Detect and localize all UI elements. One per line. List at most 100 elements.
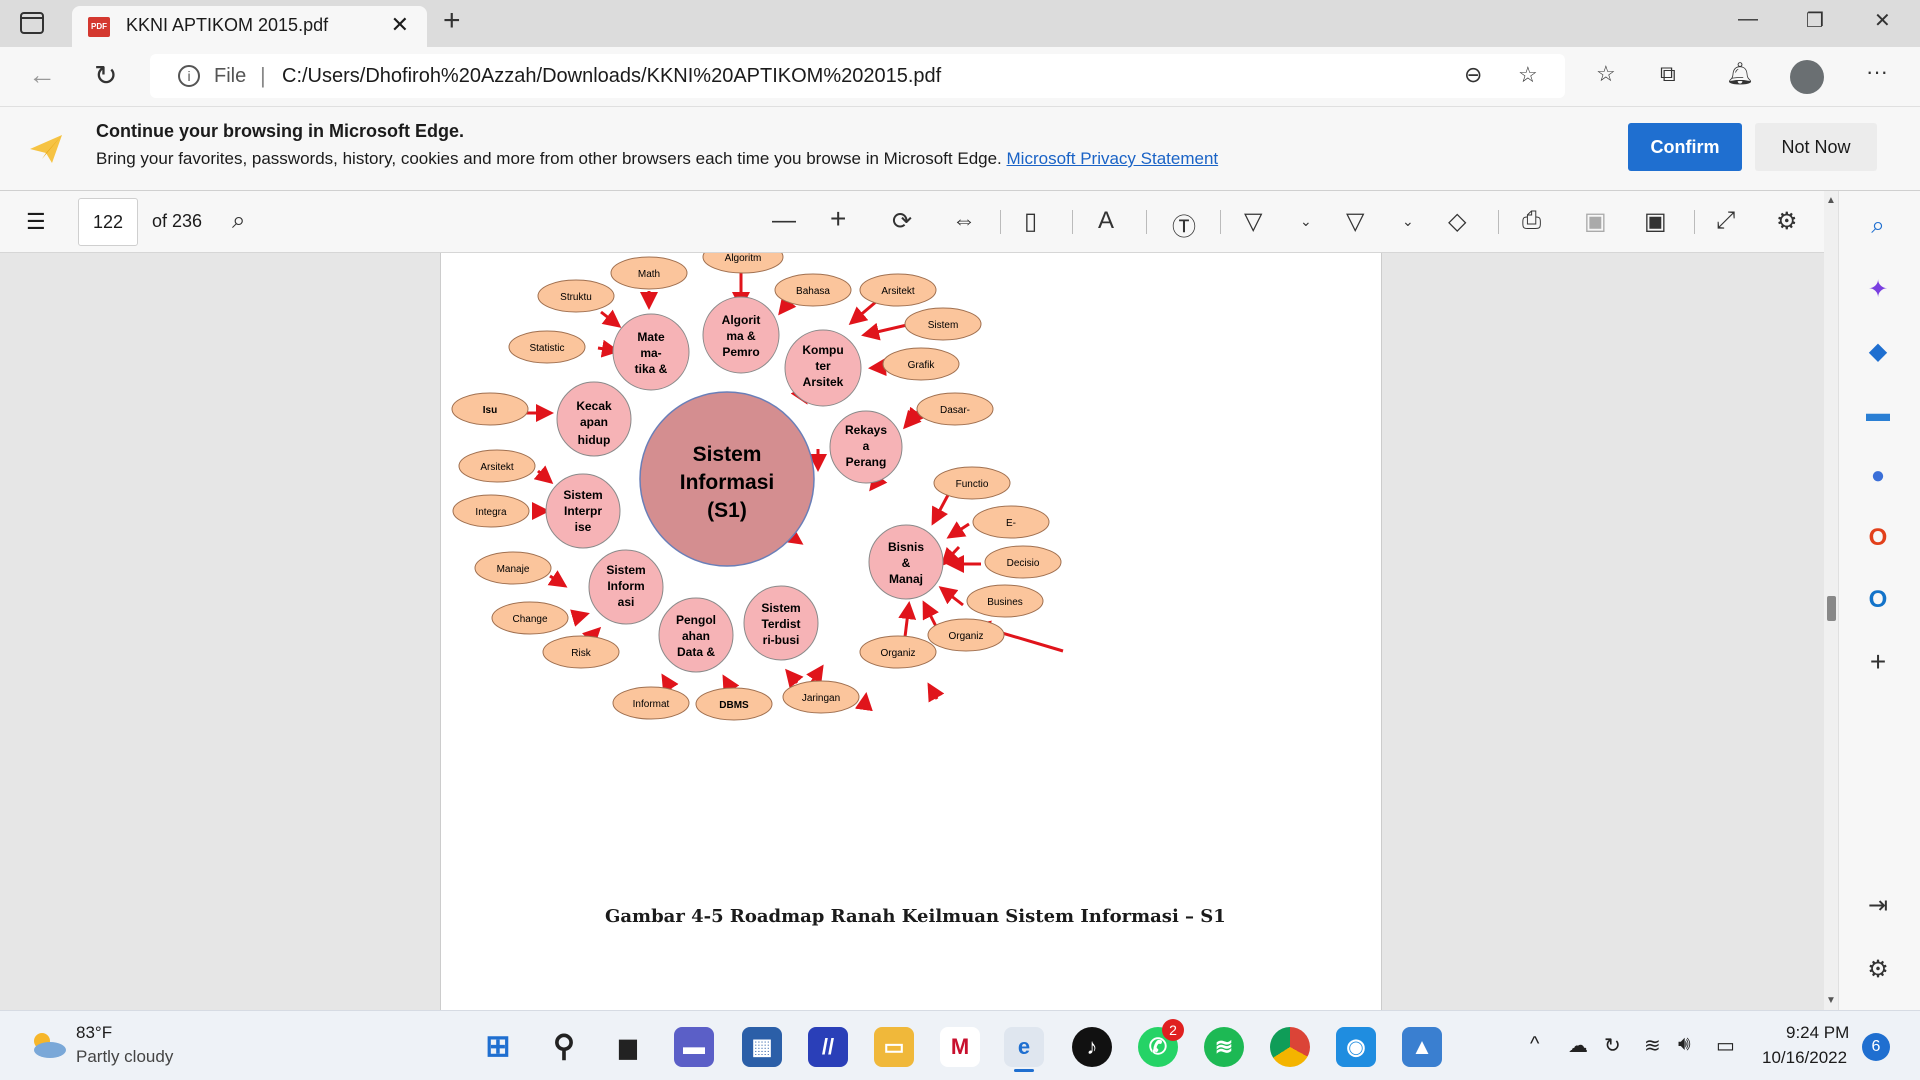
pdf-toolbar: ☰ 122 of 236 ⌕ — + ⟳ ⇔ ▯ A Ⓣ ▽ ⌄ ▽ ⌄ ◇ ⎙… <box>0 191 1824 253</box>
scrollbar-thumb[interactable] <box>1827 596 1836 621</box>
pdf-file-icon: PDF <box>88 17 110 37</box>
fit-width-icon[interactable]: ⇔ <box>952 207 976 235</box>
profile-avatar[interactable] <box>1790 60 1824 94</box>
leaf-label: Busines <box>987 597 1023 608</box>
volume-icon[interactable]: 🔊︎ <box>1678 1033 1691 1056</box>
print-icon[interactable]: ⎙ <box>1522 207 1541 235</box>
tab-strip: PDF KKNI APTIKOM 2015.pdf ✕ + — ❐ ✕ <box>0 0 1920 47</box>
zoom-in-icon[interactable]: + <box>830 203 846 235</box>
topic-line: asi <box>618 595 635 609</box>
leaf-label: DBMS <box>719 700 749 711</box>
favorites-icon[interactable]: ☆ <box>1596 61 1616 87</box>
prompt-heading: Continue your browsing in Microsoft Edge… <box>96 121 464 141</box>
back-arrow-icon[interactable]: ← <box>28 59 56 91</box>
leaf-e: E- <box>972 505 1050 539</box>
sync-icon[interactable]: ↻ <box>1604 1033 1621 1058</box>
active-tab[interactable]: PDF KKNI APTIKOM 2015.pdf ✕ <box>72 6 427 47</box>
save-as-icon[interactable]: ▣ <box>1644 207 1667 236</box>
draw-icon[interactable]: ▽ <box>1244 207 1262 236</box>
zoom-out-icon[interactable]: — <box>772 207 796 235</box>
refresh-icon[interactable]: ↻ <box>94 59 117 92</box>
page-view-icon[interactable]: ▯ <box>1024 207 1037 236</box>
close-window-button[interactable]: ✕ <box>1874 8 1891 33</box>
file-explorer-icon[interactable]: ▭ <box>874 1027 914 1067</box>
center-label-line3: (S1) <box>707 499 747 522</box>
pdf-scrollbar[interactable]: ▲ ▼ <box>1824 191 1838 1010</box>
app-icon[interactable]: ◉ <box>1336 1027 1376 1067</box>
scroll-up-arrow-icon[interactable]: ▲ <box>1826 195 1836 206</box>
battery-icon[interactable]: ▭ <box>1716 1033 1735 1058</box>
outlook-icon[interactable]: O <box>1863 585 1893 615</box>
search-icon[interactable]: ⚲ <box>544 1027 584 1067</box>
url-text[interactable]: C:/Users/Dhofiroh%20Azzah/Downloads/KKNI… <box>282 65 941 88</box>
notification-count-badge[interactable]: 6 <box>1862 1033 1890 1061</box>
privacy-statement-link[interactable]: Microsoft Privacy Statement <box>1007 149 1219 168</box>
center-node: Sistem Informasi (S1) <box>639 391 815 567</box>
pdf-viewport[interactable]: Sistem Informasi (S1) Mate ma- tika & Al… <box>0 253 1824 1010</box>
info-icon[interactable]: i <box>178 65 200 87</box>
topic-line: ma & <box>726 329 756 343</box>
shopping-tag-icon[interactable]: ◆ <box>1863 337 1893 367</box>
highlight-icon[interactable]: ▽ <box>1346 207 1364 236</box>
topic-line: Sistem <box>761 601 800 615</box>
office-icon[interactable]: O <box>1863 523 1893 553</box>
clock-time: 9:24 PM <box>1786 1023 1850 1042</box>
tiktok-icon[interactable]: ♪ <box>1072 1027 1112 1067</box>
add-sidebar-app-icon[interactable]: + <box>1863 647 1893 677</box>
restore-button[interactable]: ❐ <box>1806 8 1824 33</box>
photos-icon[interactable]: ▲ <box>1402 1027 1442 1067</box>
search-icon[interactable]: ⌕ <box>1863 211 1893 241</box>
minimize-button[interactable]: — <box>1738 8 1758 31</box>
close-tab-icon[interactable]: ✕ <box>391 12 409 38</box>
spotify-icon[interactable]: ≋ <box>1204 1027 1244 1067</box>
start-windows-icon[interactable]: ⊞ <box>478 1027 518 1067</box>
editor-app-icon[interactable]: // <box>808 1027 848 1067</box>
wifi-icon[interactable]: ≋ <box>1644 1033 1661 1058</box>
leaf-sistem: Sistem <box>904 307 982 341</box>
games-icon[interactable]: ● <box>1863 461 1893 491</box>
add-text-icon[interactable]: Ⓣ <box>1172 207 1196 242</box>
tools-icon[interactable]: ▬ <box>1863 399 1893 429</box>
topic-line: Kompu <box>802 343 843 357</box>
task-view-icon[interactable]: ▆ <box>608 1027 648 1067</box>
topic-line: ma- <box>640 346 661 360</box>
leaf-informat: Informat <box>612 686 690 720</box>
notifications-bell-icon[interactable]: 🔔︎ <box>1726 61 1754 87</box>
confirm-button[interactable]: Confirm <box>1628 123 1742 171</box>
chrome-icon[interactable] <box>1270 1027 1310 1067</box>
draw-options-chevron-icon[interactable]: ⌄ <box>1300 213 1312 230</box>
teams-chat-icon[interactable]: ▬ <box>674 1027 714 1067</box>
edge-browser-icon[interactable]: e <box>1004 1027 1044 1067</box>
leaf-dasar: Dasar- <box>916 392 994 426</box>
highlight-options-chevron-icon[interactable]: ⌄ <box>1402 213 1414 230</box>
collections-icon[interactable]: ⧉ <box>1660 61 1676 87</box>
address-bar[interactable]: i File | C:/Users/Dhofiroh%20Azzah/Downl… <box>150 54 1565 98</box>
onedrive-cloud-icon[interactable]: ☁ <box>1568 1033 1588 1058</box>
arrow <box>547 570 568 588</box>
read-aloud-icon[interactable]: A <box>1098 207 1114 235</box>
add-favorite-icon[interactable]: ☆ <box>1518 62 1538 88</box>
store-icon[interactable]: ▦ <box>742 1027 782 1067</box>
show-hidden-icons-chevron-icon[interactable]: ^ <box>1530 1033 1539 1056</box>
tab-actions-icon[interactable] <box>20 12 44 34</box>
save-icon[interactable]: ▣ <box>1584 207 1607 236</box>
table-of-contents-icon[interactable]: ☰ <box>26 209 46 235</box>
scroll-down-arrow-icon[interactable]: ▼ <box>1826 995 1836 1006</box>
fullscreen-icon[interactable]: ⤢ <box>1716 207 1735 235</box>
hide-sidebar-icon[interactable]: ⇥ <box>1863 891 1893 921</box>
zoom-out-icon[interactable]: ⊖ <box>1464 62 1482 88</box>
search-icon[interactable]: ⌕ <box>232 207 245 235</box>
leaf-label: Statistic <box>529 343 564 354</box>
more-menu-icon[interactable]: ··· <box>1866 59 1888 85</box>
not-now-button[interactable]: Not Now <box>1755 123 1877 171</box>
settings-gear-icon[interactable]: ⚙ <box>1776 207 1798 236</box>
new-tab-button[interactable]: + <box>443 4 461 38</box>
discover-sparkle-icon[interactable]: ✦ <box>1863 275 1893 305</box>
rotate-icon[interactable]: ⟳ <box>892 207 912 236</box>
leaf-label: Arsitekt <box>881 286 915 297</box>
leaf-label: Arsitekt <box>480 462 514 473</box>
sidebar-settings-gear-icon[interactable]: ⚙ <box>1863 955 1893 985</box>
erase-icon[interactable]: ◇ <box>1448 207 1466 236</box>
mcafee-icon[interactable]: M <box>940 1027 980 1067</box>
page-number-input[interactable]: 122 <box>78 198 138 246</box>
